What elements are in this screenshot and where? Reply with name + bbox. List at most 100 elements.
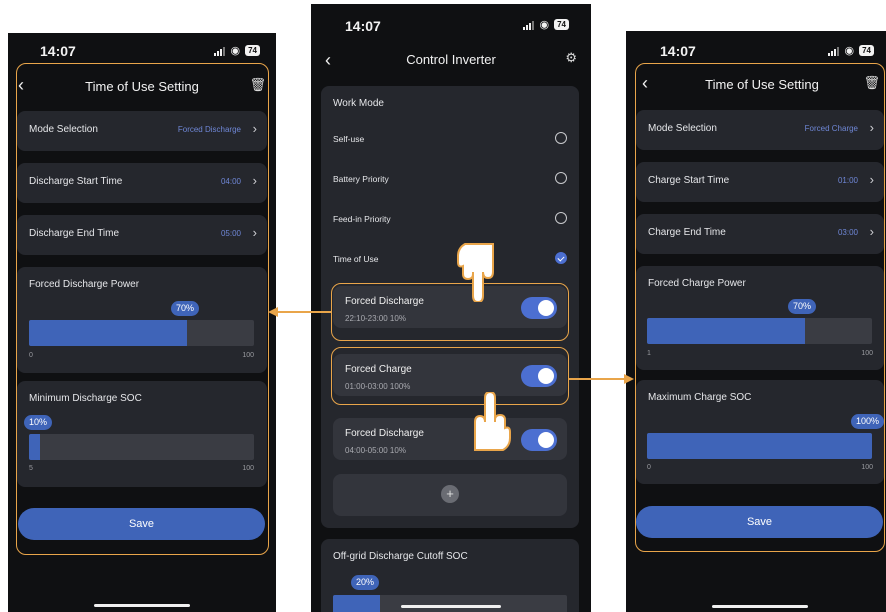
mode-option-feed-in-priority[interactable]: Feed-in Priority [321, 204, 579, 234]
page-title: Time of Use Setting [85, 79, 199, 94]
power-fill [647, 318, 805, 344]
status-time: 14:07 [40, 43, 76, 59]
home-indicator [401, 605, 501, 608]
wifi-icon: ◉ [844, 44, 855, 57]
power-label: Forced Discharge Power [29, 279, 140, 290]
mode-selection-row[interactable]: Mode Selection Forced Discharge › [17, 111, 267, 151]
settings-icon[interactable]: ⚙ [565, 50, 577, 66]
soc-slider[interactable] [29, 434, 254, 460]
radio-button-checked[interactable] [555, 252, 567, 264]
center-phone: 14:07 ◉ 74 ‹ Control Inverter ⚙ Work Mod… [311, 4, 591, 612]
chevron-right-icon: › [252, 121, 257, 136]
chevron-right-icon: › [869, 172, 874, 187]
status-time: 14:07 [345, 18, 381, 34]
nav-bar: ‹ Time of Use Setting 🗑 [626, 67, 886, 103]
start-time-row[interactable]: Discharge Start Time 04:00 › [17, 163, 267, 203]
chevron-right-icon: › [869, 120, 874, 135]
add-schedule-button[interactable]: + [333, 474, 567, 516]
end-time-row[interactable]: Discharge End Time 05:00 › [17, 215, 267, 255]
mode-option-time-of-use[interactable]: Time of Use [321, 244, 579, 274]
right-phone: 14:07 ◉ 74 ‹ Time of Use Setting 🗑 Mode … [626, 31, 886, 612]
work-mode-title: Work Mode [333, 98, 384, 109]
scale-max: 100 [861, 350, 873, 357]
offgrid-card: Off-grid Discharge Cutoff SOC 20% [321, 539, 579, 612]
status-icons: ◉ 74 [214, 45, 260, 56]
row-label: Charge End Time [648, 227, 726, 238]
pointing-hand-icon [474, 392, 511, 451]
soc-card: Minimum Discharge SOC 10% 5 100 [17, 381, 267, 487]
soc-bubble: 10% [24, 415, 53, 430]
power-label: Forced Charge Power [648, 278, 746, 289]
battery-icon: 74 [554, 19, 569, 30]
offgrid-label: Off-grid Discharge Cutoff SOC [333, 551, 468, 562]
mode-option-battery-priority[interactable]: Battery Priority [321, 164, 579, 194]
schedule-toggle[interactable] [521, 429, 557, 451]
mode-selection-row[interactable]: Mode Selection Forced Charge › [636, 110, 884, 150]
row-label: Discharge End Time [29, 228, 120, 239]
status-icons: ◉ 74 [828, 45, 874, 56]
signal-icon [828, 46, 840, 56]
status-time: 14:07 [660, 43, 696, 59]
row-label: Mode Selection [29, 124, 98, 135]
radio-button[interactable] [555, 132, 567, 144]
wifi-icon: ◉ [539, 18, 550, 31]
start-time-row[interactable]: Charge Start Time 01:00 › [636, 162, 884, 202]
row-label: Mode Selection [648, 123, 717, 134]
power-fill [29, 320, 187, 346]
mode-label: Feed-in Priority [333, 214, 391, 224]
schedule-detail: 04:00-05:00 10% [345, 446, 406, 455]
highlight-frame-discharge [331, 283, 569, 341]
offgrid-bubble: 20% [351, 575, 380, 590]
signal-icon [214, 46, 226, 56]
power-bubble: 70% [171, 301, 200, 316]
scale-max: 100 [861, 464, 873, 471]
home-indicator [712, 605, 808, 608]
battery-icon: 74 [245, 45, 260, 56]
status-bar: 14:07 ◉ 74 [626, 31, 886, 67]
page-title: Control Inverter [406, 52, 496, 67]
scale-min: 0 [647, 464, 651, 471]
offgrid-fill [333, 595, 380, 612]
row-value: 05:00 [220, 229, 241, 238]
trash-icon[interactable]: 🗑 [249, 77, 266, 93]
scale-min: 5 [29, 465, 33, 472]
power-card: Forced Charge Power 70% 1 100 [636, 266, 884, 370]
save-button[interactable]: Save [636, 506, 883, 538]
home-indicator [94, 604, 190, 607]
stage: 14:07 ◉ 74 ‹ Time of Use Setting 🗑 Mode … [0, 0, 886, 612]
page-title: Time of Use Setting [705, 77, 819, 92]
row-label: Charge Start Time [648, 175, 730, 186]
radio-button[interactable] [555, 212, 567, 224]
chevron-right-icon: › [252, 173, 257, 188]
status-bar: 14:07 ◉ 74 [311, 4, 591, 40]
save-button[interactable]: Save [18, 508, 265, 540]
row-value: 01:00 [837, 176, 858, 185]
mode-option-self-use[interactable]: Self-use [321, 124, 579, 154]
schedule-item[interactable]: Forced Discharge 04:00-05:00 10% [333, 418, 567, 460]
arrow-icon [569, 378, 627, 380]
soc-label: Minimum Discharge SOC [29, 393, 142, 404]
scale-max: 100 [242, 352, 254, 359]
soc-slider[interactable] [647, 433, 872, 459]
radio-button[interactable] [555, 172, 567, 184]
plus-icon: + [441, 485, 459, 503]
end-time-row[interactable]: Charge End Time 03:00 › [636, 214, 884, 254]
status-icons: ◉ 74 [523, 19, 569, 30]
row-label: Discharge Start Time [29, 176, 123, 187]
offgrid-slider[interactable] [333, 595, 567, 612]
chevron-right-icon: › [252, 225, 257, 240]
soc-label: Maximum Charge SOC [648, 392, 752, 403]
row-value: 04:00 [220, 177, 241, 186]
nav-bar: ‹ Control Inverter ⚙ [311, 44, 591, 80]
arrow-icon [624, 374, 634, 384]
mode-label: Battery Priority [333, 174, 389, 184]
left-phone: 14:07 ◉ 74 ‹ Time of Use Setting 🗑 Mode … [8, 33, 276, 612]
power-slider[interactable] [29, 320, 254, 346]
pointing-hand-icon [457, 243, 494, 302]
trash-icon[interactable]: 🗑 [863, 75, 880, 91]
power-bubble: 70% [788, 299, 817, 314]
row-value: Forced Discharge [177, 125, 241, 134]
wifi-icon: ◉ [230, 44, 241, 57]
power-slider[interactable] [647, 318, 872, 344]
nav-bar: ‹ Time of Use Setting 🗑 [8, 69, 276, 105]
